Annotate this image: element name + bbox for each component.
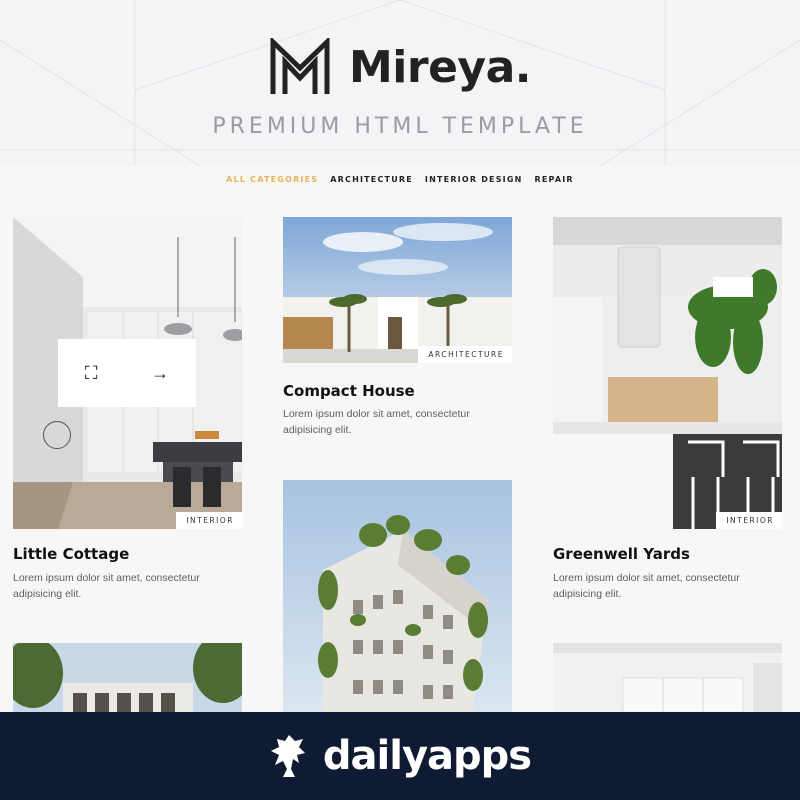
hero-header: Mireya. PREMIUM HTML TEMPLATE	[0, 0, 800, 166]
category-filters: ALL CATEGORIES ARCHITECTURE INTERIOR DES…	[0, 175, 800, 184]
card-image-greenwell-yards[interactable]: INTERIOR	[553, 217, 782, 529]
card-image-little-cottage[interactable]: ⛶ → INTERIOR	[13, 217, 242, 529]
dailyapps-banner: dailyapps	[0, 712, 800, 800]
card-category-tag[interactable]: ARCHITECTURE	[418, 346, 512, 363]
living-room-photo	[553, 643, 782, 712]
card-desc-greenwell-yards: Lorem ipsum dolor sit amet, consectetur …	[553, 572, 740, 600]
card-title-compact-house[interactable]: Compact House	[283, 382, 415, 400]
card-desc-little-cottage: Lorem ipsum dolor sit amet, consectetur …	[13, 572, 200, 600]
card-hover-overlay: ⛶ →	[58, 339, 196, 407]
card-image-living-room[interactable]	[553, 643, 782, 712]
filter-interior-design[interactable]: INTERIOR DESIGN	[425, 175, 523, 184]
tagline: PREMIUM HTML TEMPLATE	[212, 114, 588, 139]
filter-all-categories[interactable]: ALL CATEGORIES	[226, 175, 318, 184]
cursor-circle-icon	[43, 421, 71, 449]
card-image-building[interactable]	[13, 643, 242, 712]
card-category-tag[interactable]: INTERIOR	[176, 512, 242, 529]
tower-photo	[283, 480, 512, 712]
mireya-logo-icon[interactable]	[269, 38, 331, 96]
card-image-tower[interactable]	[283, 480, 512, 712]
brand-name[interactable]: Mireya.	[349, 42, 532, 93]
card-title-greenwell-yards[interactable]: Greenwell Yards	[553, 545, 690, 563]
filter-architecture[interactable]: ARCHITECTURE	[330, 175, 413, 184]
card-desc-compact-house: Lorem ipsum dolor sit amet, consectetur …	[283, 408, 470, 436]
kitchen-plant-photo	[553, 217, 782, 529]
arrow-right-icon[interactable]: →	[151, 363, 169, 384]
expand-icon[interactable]: ⛶	[85, 363, 98, 384]
house-photo	[283, 217, 512, 363]
filter-repair[interactable]: REPAIR	[535, 175, 574, 184]
building-photo	[13, 643, 242, 712]
card-image-compact-house[interactable]: ARCHITECTURE	[283, 217, 512, 363]
card-category-tag[interactable]: INTERIOR	[716, 512, 782, 529]
dailyapps-logo-icon	[270, 735, 305, 777]
card-title-little-cottage[interactable]: Little Cottage	[13, 545, 129, 563]
dailyapps-wordmark: dailyapps	[322, 733, 532, 779]
